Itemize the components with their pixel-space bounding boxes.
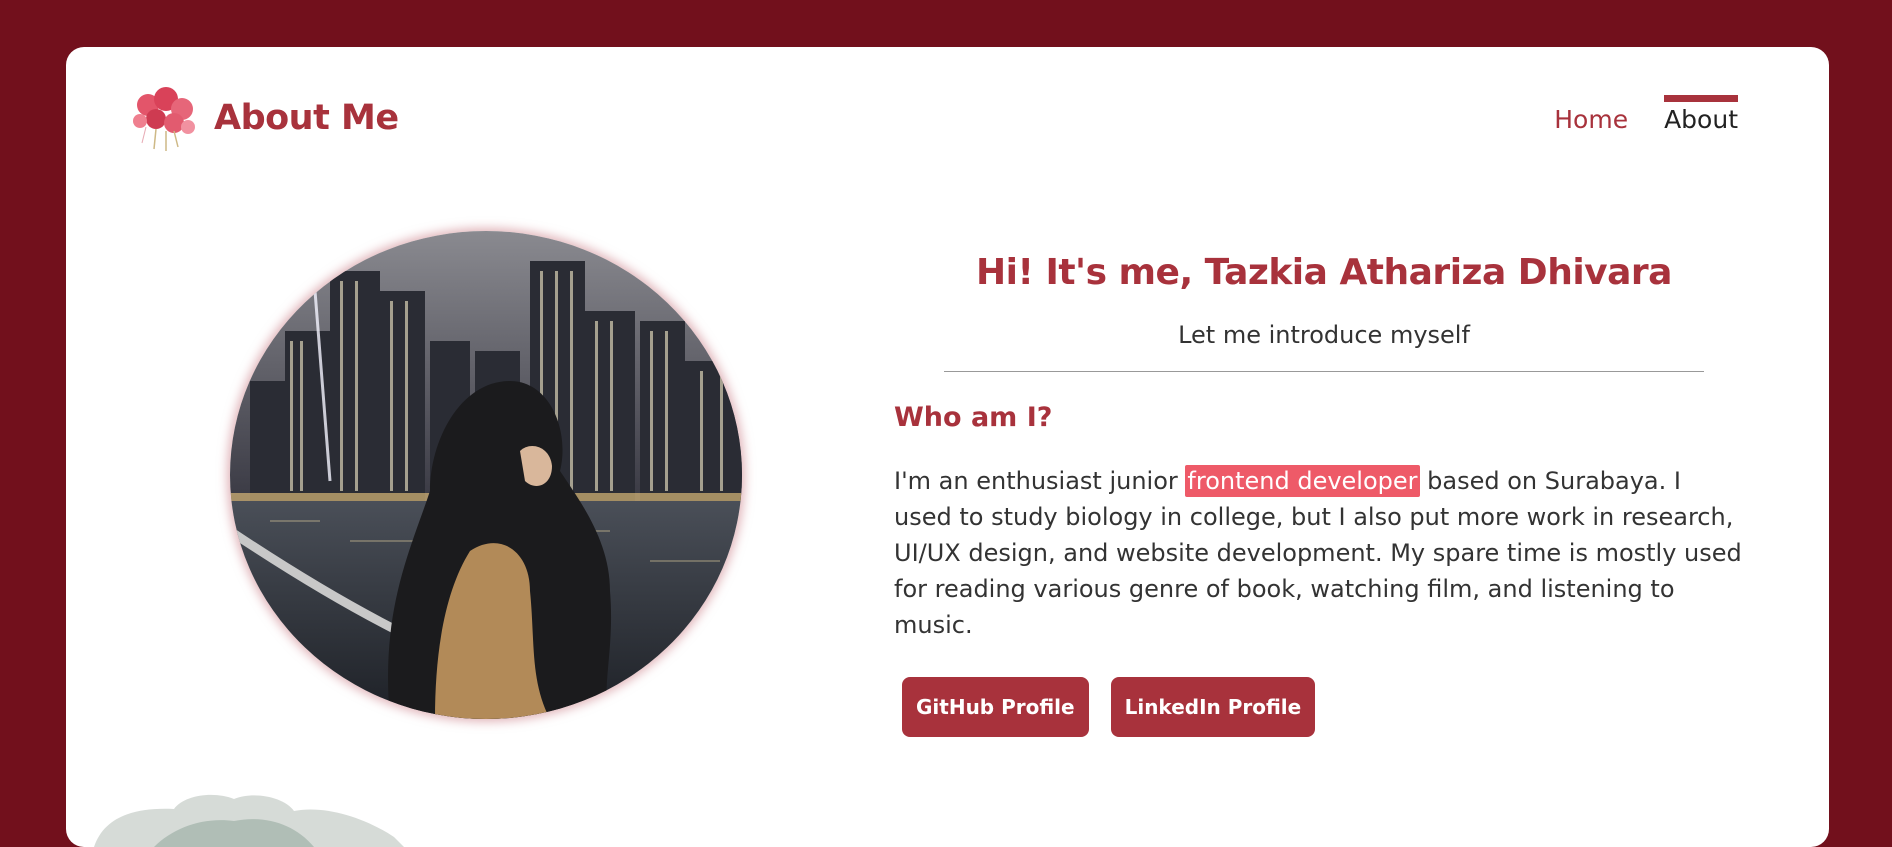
section-title: Who am I? [894, 402, 1053, 433]
flower-bouquet-icon [133, 87, 195, 151]
intro-subtitle: Let me introduce myself [1178, 321, 1470, 349]
profile-buttons: GitHub Profile LinkedIn Profile [894, 677, 1754, 737]
nav-home-link[interactable]: Home [1554, 95, 1628, 134]
divider [944, 371, 1704, 372]
linkedin-profile-button[interactable]: LinkedIn Profile [1110, 677, 1316, 737]
brand: About Me [126, 83, 399, 153]
profile-photo [230, 231, 742, 719]
intro-section: Hi! It's me, Tazkia Athariza Dhivara Let… [894, 252, 1754, 737]
bio-text-start: I'm an enthusiast junior [894, 467, 1186, 495]
github-profile-button[interactable]: GitHub Profile [902, 677, 1089, 737]
decorative-illustration [94, 794, 404, 847]
main-nav: Home About [1554, 95, 1738, 134]
content-card: About Me Home About Hi! It's me, Tazkia … [66, 47, 1829, 847]
page-title: About Me [214, 98, 399, 138]
bio-highlight: frontend developer [1185, 465, 1420, 497]
greeting-heading: Hi! It's me, Tazkia Athariza Dhivara [976, 252, 1672, 293]
bio-text: I'm an enthusiast junior frontend develo… [894, 463, 1744, 643]
nav-about-link[interactable]: About [1664, 95, 1738, 134]
